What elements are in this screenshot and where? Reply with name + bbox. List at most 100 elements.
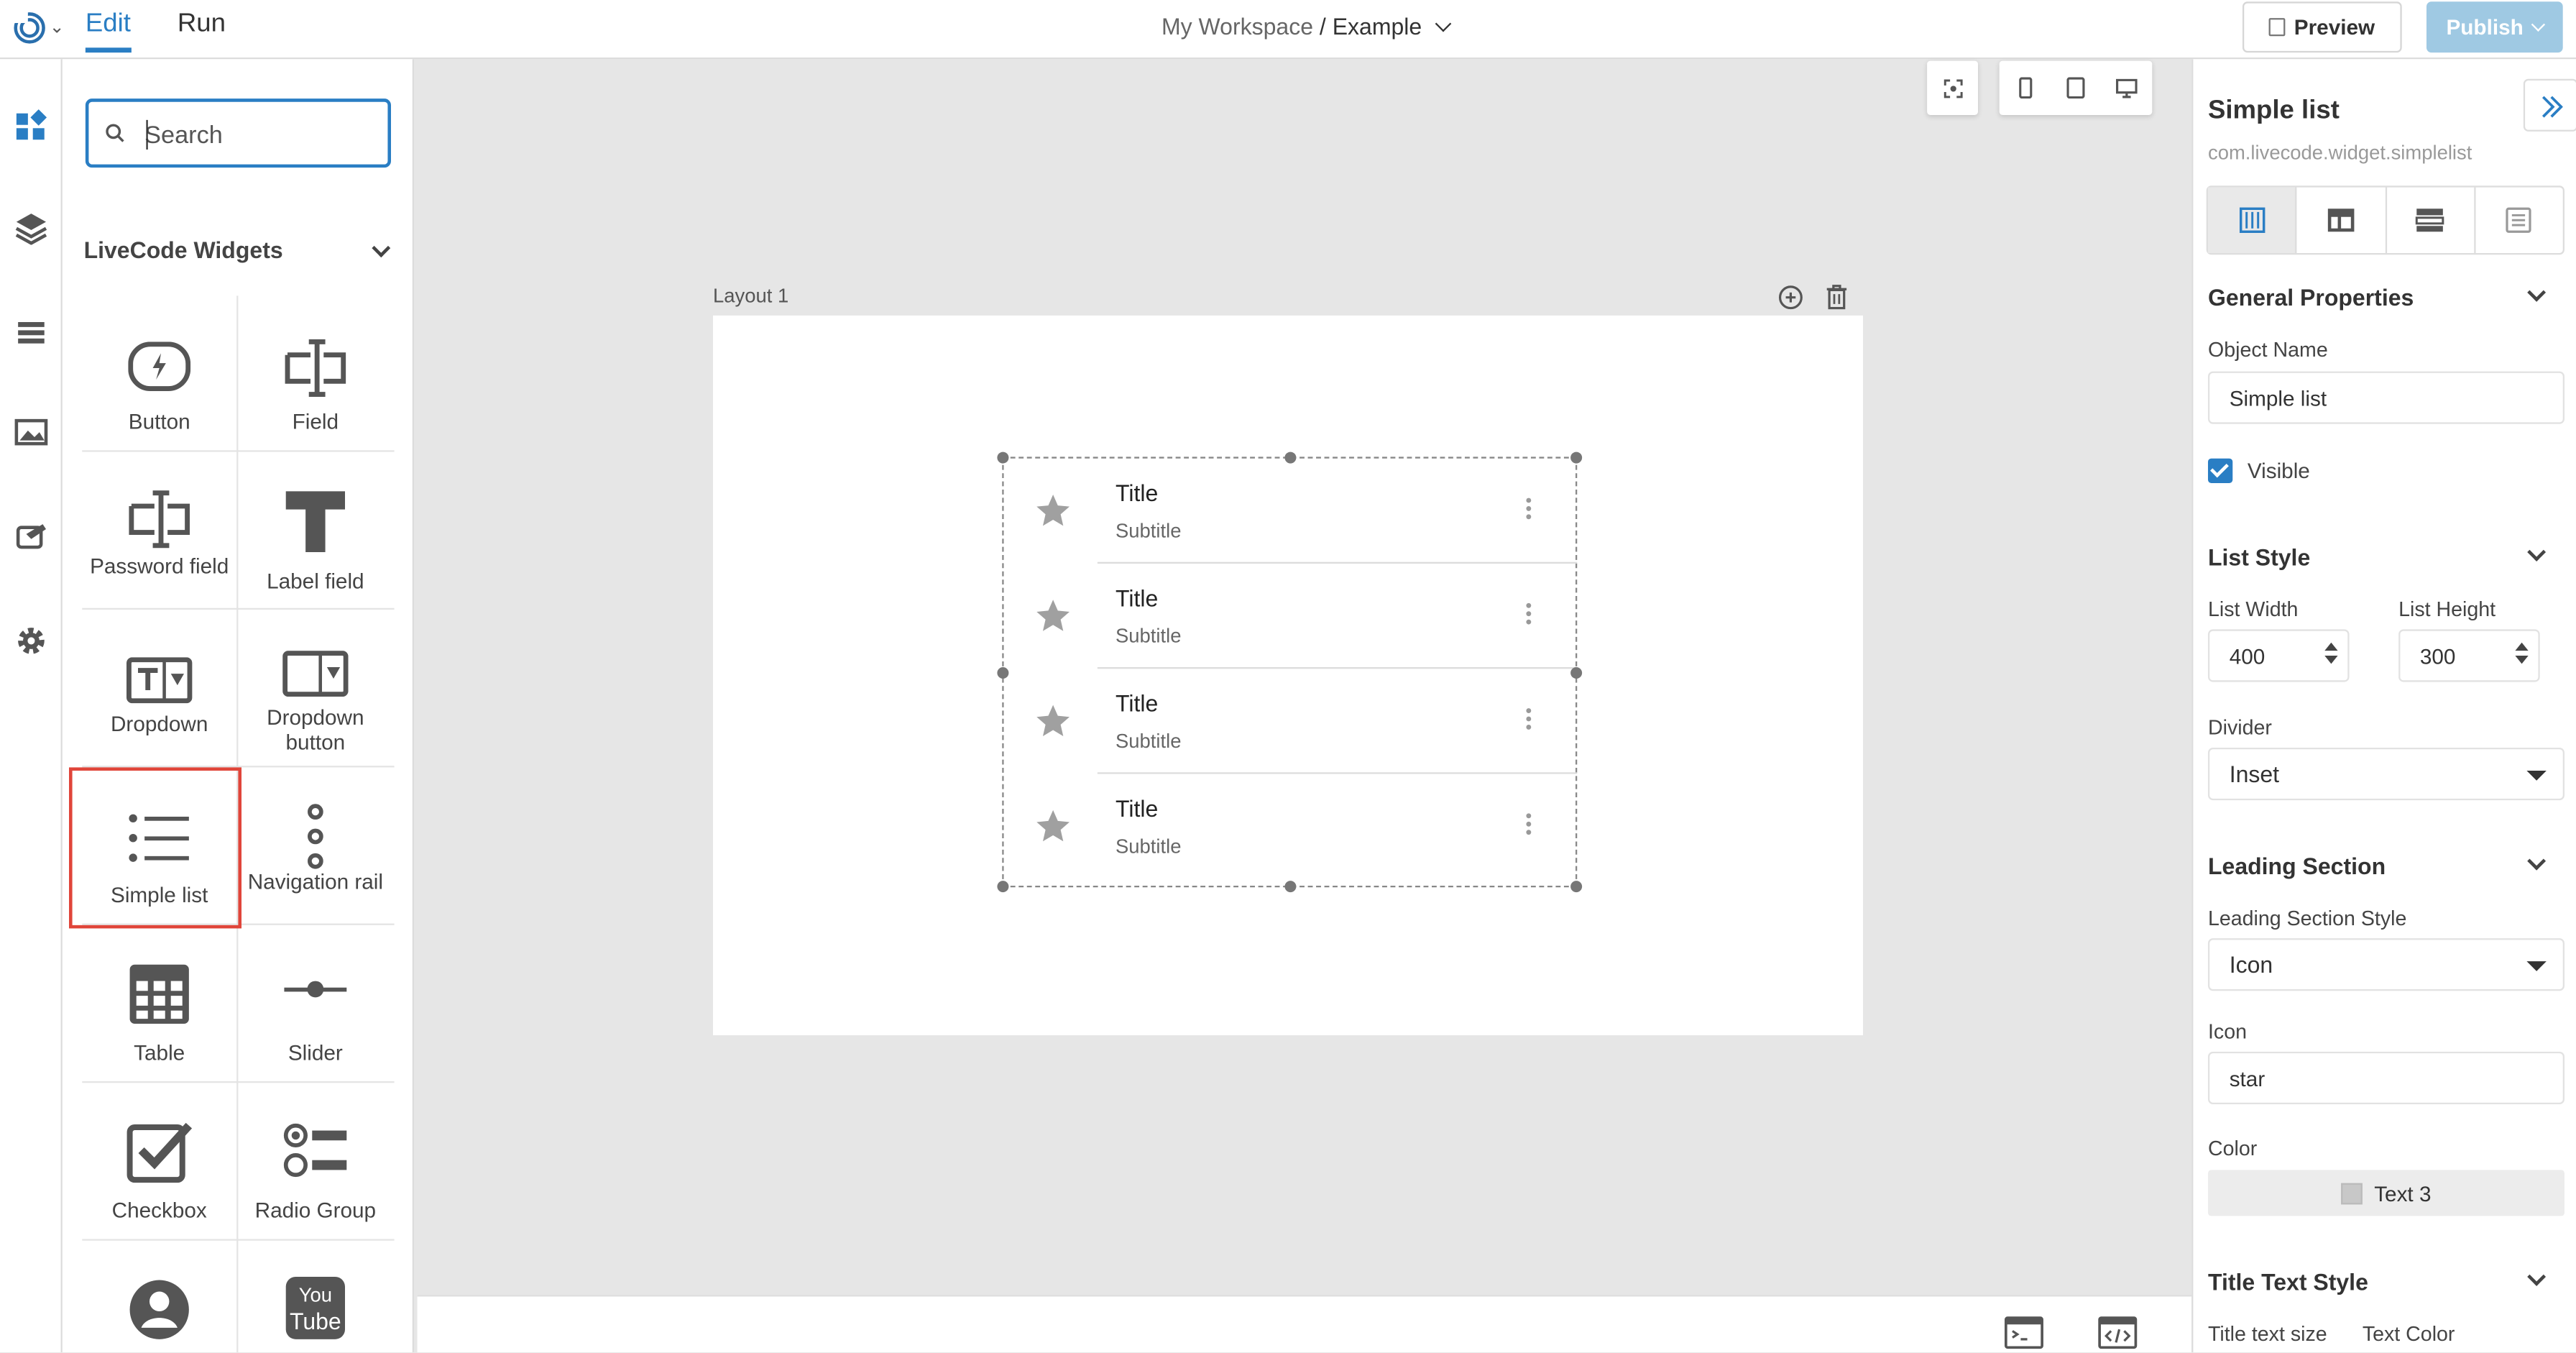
resize-handle[interactable] (997, 666, 1009, 679)
list-width-label: List Width (2207, 597, 2299, 621)
breadcrumb[interactable]: My Workspace / Example (1162, 13, 1453, 40)
color-value: Text 3 (2374, 1180, 2432, 1206)
chevron-down-icon[interactable] (2527, 283, 2547, 302)
selected-widget-highlight (68, 767, 242, 929)
resize-handle[interactable] (997, 451, 1009, 464)
list-width-stepper[interactable]: 400 (2207, 629, 2350, 682)
terminal-icon[interactable] (2005, 1316, 2044, 1349)
widget-label: Field (292, 409, 339, 434)
chevron-down-icon[interactable] (2531, 17, 2546, 31)
widget-checkbox[interactable]: Checkbox (82, 1085, 236, 1242)
breadcrumb-project[interactable]: / Example (1320, 13, 1422, 40)
widgets-icon[interactable] (13, 107, 49, 143)
icon-field[interactable]: star (2207, 1051, 2564, 1104)
list-item[interactable]: Title Subtitle (1004, 459, 1578, 564)
tab-run[interactable]: Run (178, 10, 226, 40)
more-vert-icon[interactable] (1526, 602, 1532, 628)
widget-label-field[interactable]: Label field (238, 454, 392, 611)
breadcrumb-workspace[interactable]: My Workspace (1162, 13, 1313, 40)
chevron-down-icon[interactable] (1435, 15, 1453, 32)
preview-button[interactable]: Preview (2242, 1, 2402, 53)
properties-icon (2239, 207, 2265, 233)
more-vert-icon[interactable] (1526, 497, 1532, 523)
more-vert-icon[interactable] (1526, 813, 1532, 838)
list-height-stepper[interactable]: 300 (2398, 629, 2540, 682)
resize-handle[interactable] (1284, 451, 1297, 464)
visible-checkbox[interactable] (2207, 458, 2233, 483)
delete-layout-icon[interactable] (1825, 284, 1848, 311)
field-icon (285, 339, 346, 397)
livecode-logo-icon[interactable] (13, 11, 46, 45)
widget-field[interactable]: Field (238, 295, 392, 453)
widget-password-field[interactable]: Password field (82, 454, 236, 611)
palette-icon[interactable] (13, 519, 49, 555)
section-list-style[interactable]: List Style (2208, 544, 2310, 571)
widget-avatar[interactable] (82, 1242, 236, 1352)
add-layout-icon[interactable] (1777, 284, 1804, 311)
widget-navigation-rail[interactable]: Navigation rail (238, 769, 392, 927)
resize-handle[interactable] (1570, 881, 1583, 893)
tab-layout[interactable] (2297, 187, 2386, 253)
simple-list-widget[interactable]: Title Subtitle Title Subtitle Title Subt… (997, 451, 1583, 893)
collapse-panel-button[interactable] (2523, 78, 2576, 132)
list-item[interactable]: Title Subtitle (1004, 669, 1578, 774)
list-icon[interactable] (13, 314, 49, 350)
star-icon (1036, 600, 1070, 631)
visible-label: Visible (2247, 458, 2310, 483)
image-icon[interactable] (13, 414, 49, 450)
fit-screen-icon (1943, 78, 1962, 98)
tab-properties[interactable] (2207, 187, 2297, 253)
widget-button[interactable]: Button (82, 295, 236, 453)
icon-label: Icon (2207, 1020, 2248, 1044)
resize-handle[interactable] (1570, 451, 1583, 464)
layout-artboard[interactable]: Title Subtitle Title Subtitle Title Subt… (712, 315, 1863, 1035)
stepper-arrows-icon[interactable] (2515, 642, 2531, 664)
section-title-text-style[interactable]: Title Text Style (2208, 1269, 2368, 1295)
section-leading-section[interactable]: Leading Section (2208, 853, 2386, 879)
tab-data[interactable] (2386, 187, 2475, 253)
chevron-down-icon[interactable] (372, 239, 391, 258)
chevron-down-icon[interactable] (2527, 1267, 2547, 1286)
resize-handle[interactable] (1284, 881, 1297, 893)
widget-table[interactable]: Table (82, 927, 236, 1084)
list-item-title: Title (1115, 480, 1159, 506)
widget-radio-group[interactable]: Radio Group (238, 1085, 392, 1242)
chevron-down-icon[interactable] (2527, 851, 2547, 871)
section-general-properties[interactable]: General Properties (2208, 284, 2414, 311)
chevron-down-icon[interactable] (2527, 543, 2547, 561)
search-input[interactable] (144, 116, 375, 153)
gear-icon[interactable] (13, 623, 49, 659)
search-box[interactable] (85, 98, 391, 168)
widget-label: Navigation rail (247, 869, 383, 894)
more-vert-icon[interactable] (1526, 708, 1532, 733)
widget-group-title[interactable]: LiveCode Widgets (84, 237, 283, 263)
publish-button[interactable]: Publish (2426, 1, 2563, 53)
tab-script[interactable] (2475, 188, 2563, 253)
stepper-arrows-icon[interactable] (2324, 642, 2341, 664)
leading-style-label: Leading Section Style (2207, 907, 2407, 930)
code-icon[interactable] (2098, 1316, 2138, 1349)
color-picker-button[interactable]: Text 3 (2207, 1170, 2564, 1216)
password-field-icon (129, 490, 190, 549)
widget-slider[interactable]: Slider (238, 927, 392, 1084)
device-desktop-button[interactable] (2101, 61, 2152, 115)
widget-dropdown-button[interactable]: Dropdown button (238, 611, 392, 769)
chevron-down-icon[interactable]: ⌄ (50, 17, 65, 37)
resize-handle[interactable] (997, 881, 1009, 893)
widgets-panel: LiveCode Widgets Button Field (62, 59, 414, 1353)
leading-style-select[interactable]: Icon (2207, 938, 2564, 991)
list-item[interactable]: Title Subtitle (1004, 774, 1578, 879)
device-phone-button[interactable] (2000, 61, 2051, 115)
device-tablet-button[interactable] (2051, 61, 2102, 115)
widget-dropdown[interactable]: Dropdown (82, 611, 236, 769)
widget-youtube[interactable]: You Tube (238, 1242, 392, 1352)
list-item[interactable]: Title Subtitle (1004, 564, 1578, 669)
divider-select[interactable]: Inset (2207, 747, 2564, 801)
phone-icon (2018, 77, 2032, 99)
fit-screen-button[interactable] (1927, 61, 1978, 115)
widget-id: com.livecode.widget.simplelist (2207, 141, 2472, 165)
tab-edit[interactable]: Edit (85, 10, 131, 53)
layers-icon[interactable] (13, 208, 49, 245)
resize-handle[interactable] (1570, 666, 1583, 679)
object-name-field[interactable]: Simple list (2207, 371, 2564, 424)
